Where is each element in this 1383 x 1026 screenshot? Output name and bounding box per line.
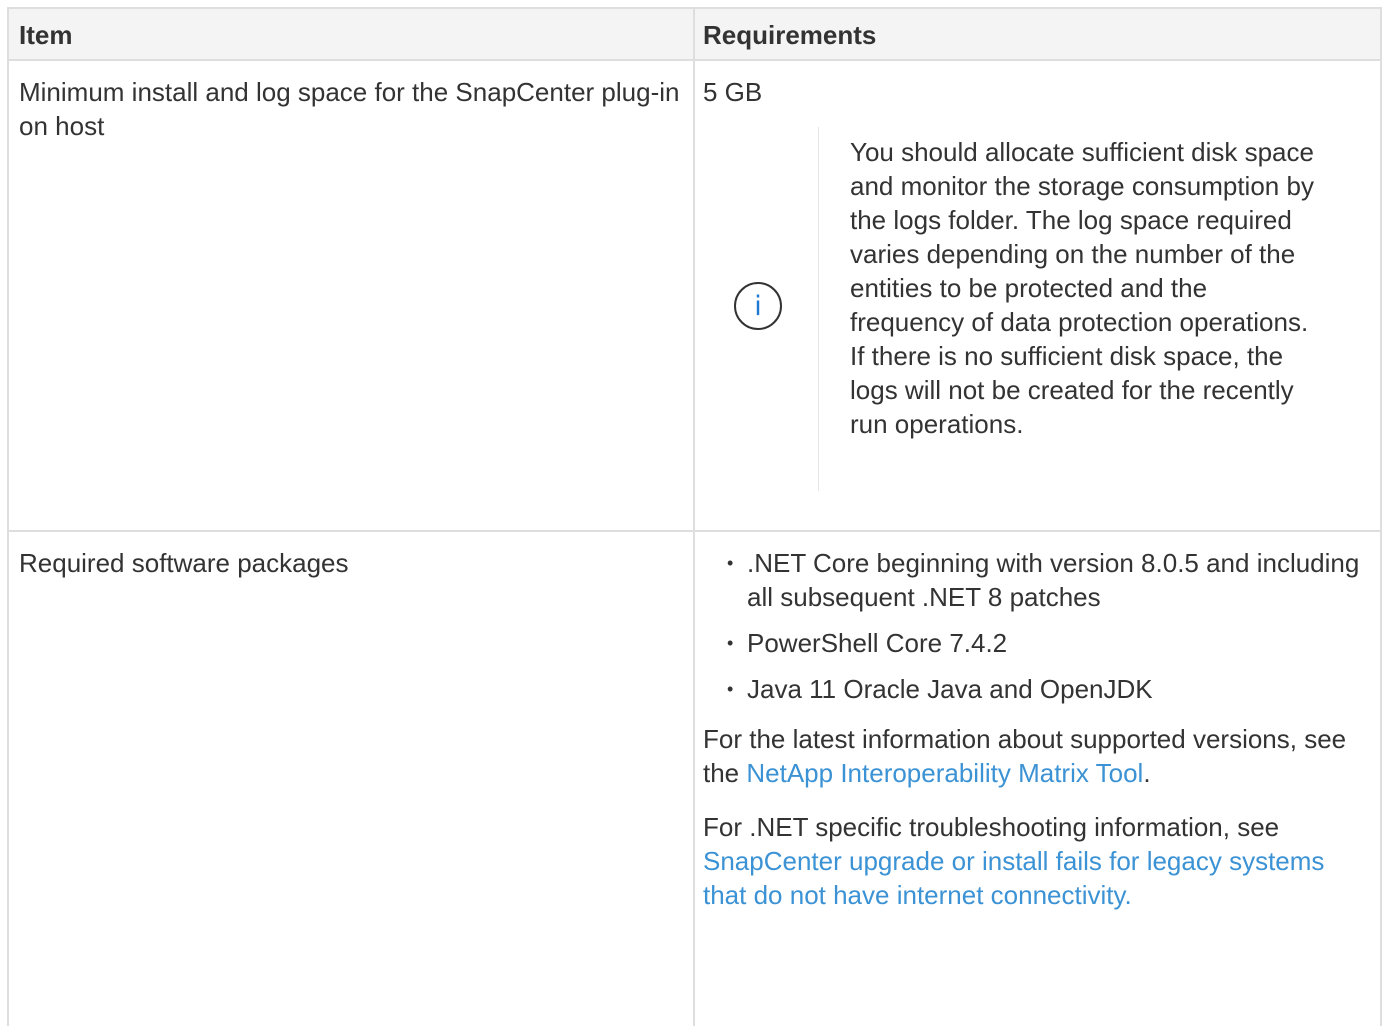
column-header-item: Item: [7, 7, 695, 61]
troubleshooting-paragraph: For .NET specific troubleshooting inform…: [703, 810, 1372, 912]
paragraph-text: .: [1143, 758, 1151, 788]
list-item: • Java 11 Oracle Java and OpenJDK: [723, 672, 1372, 706]
bullet-icon: •: [727, 633, 734, 653]
interoperability-matrix-link[interactable]: NetApp Interoperability Matrix Tool: [746, 758, 1143, 788]
note-text: You should allocate sufficient disk spac…: [850, 137, 1314, 439]
package-label: Java 11 Oracle Java and OpenJDK: [747, 674, 1153, 704]
table-header-row: Item Requirements: [7, 7, 1382, 61]
info-icon: i: [734, 282, 782, 330]
list-item: • .NET Core beginning with version 8.0.5 …: [723, 546, 1372, 614]
note-divider: [818, 127, 819, 491]
disk-space-value: 5 GB: [703, 77, 763, 107]
table-row: Minimum install and log space for the Sn…: [7, 59, 1382, 532]
column-header-requirements: Requirements: [693, 7, 1382, 61]
bullet-icon: •: [727, 553, 734, 573]
requirements-cell: • .NET Core beginning with version 8.0.5 …: [693, 530, 1382, 1026]
package-label: .NET Core beginning with version 8.0.5 a…: [747, 548, 1360, 612]
info-note: i You should allocate sufficient disk sp…: [703, 127, 1372, 491]
supported-versions-paragraph: For the latest information about support…: [703, 722, 1372, 790]
paragraph-text: For .NET specific troubleshooting inform…: [703, 812, 1280, 842]
item-cell: Minimum install and log space for the Sn…: [7, 59, 695, 532]
table-row: Required software packages • .NET Core be…: [7, 530, 1382, 1026]
list-item: • PowerShell Core 7.4.2: [723, 626, 1372, 660]
requirements-table: Item Requirements Minimum install and lo…: [7, 7, 1382, 1026]
item-label: Minimum install and log space for the Sn…: [19, 77, 680, 141]
item-cell: Required software packages: [7, 530, 695, 1026]
package-label: PowerShell Core 7.4.2: [747, 628, 1008, 658]
item-label: Required software packages: [19, 548, 349, 578]
bullet-icon: •: [727, 679, 734, 699]
troubleshooting-link[interactable]: SnapCenter upgrade or install fails for …: [703, 846, 1324, 910]
package-list: • .NET Core beginning with version 8.0.5 …: [703, 546, 1372, 706]
requirements-cell: 5 GB i You should allocate sufficient di…: [693, 59, 1382, 532]
